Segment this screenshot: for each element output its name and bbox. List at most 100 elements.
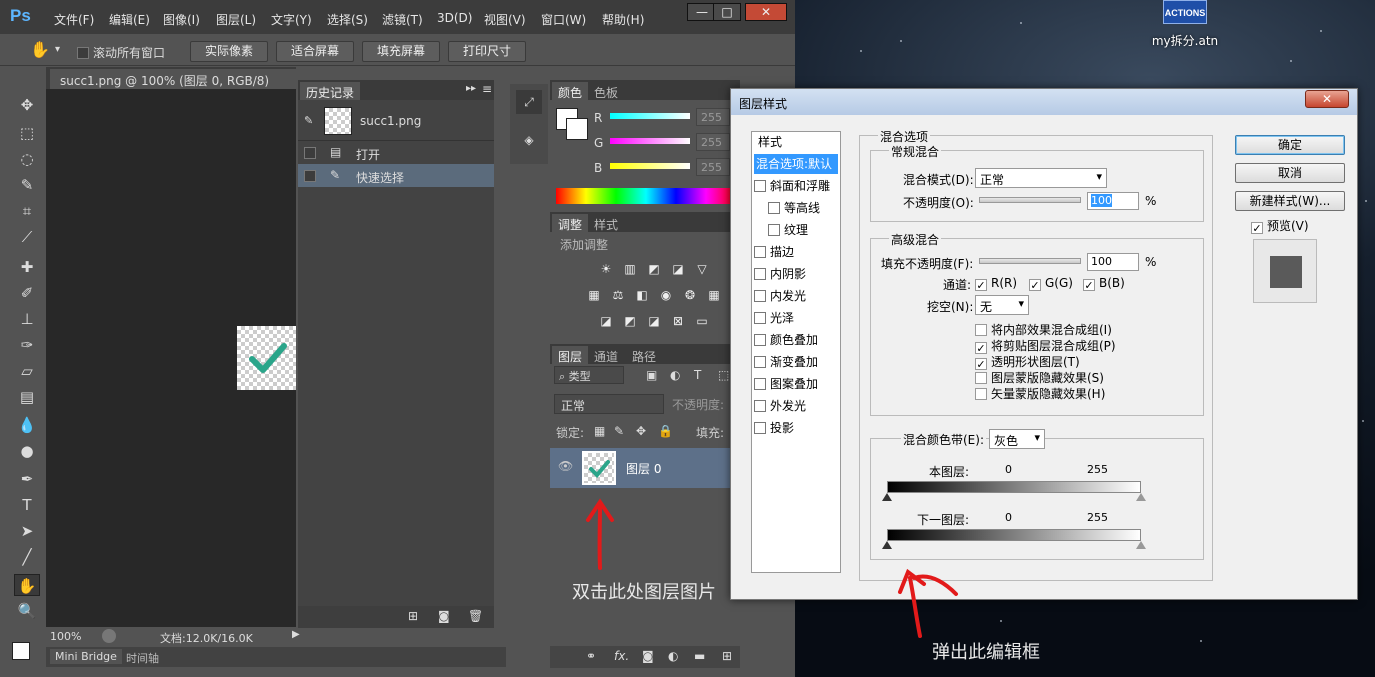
lock-pixels-icon[interactable]: ✎: [614, 424, 624, 438]
menu-view[interactable]: 视图(V): [484, 11, 526, 28]
scroll-all-windows-option[interactable]: 滚动所有窗口: [77, 44, 165, 61]
channel-mixer-icon[interactable]: ❂: [682, 288, 698, 302]
channel-g-checkbox[interactable]: [1029, 279, 1041, 291]
fx-button[interactable]: fx.: [614, 649, 629, 663]
hand-tool-icon[interactable]: ✋: [30, 40, 50, 59]
underlying-white-slider[interactable]: [1136, 541, 1146, 549]
maximize-button[interactable]: □: [713, 3, 741, 21]
fill-opacity-slider[interactable]: [979, 258, 1081, 264]
history-dock-icon[interactable]: ⤢: [516, 90, 542, 114]
curves-icon[interactable]: ◩: [646, 262, 662, 276]
invert-icon[interactable]: ◪: [598, 314, 614, 328]
clone-stamp-tool-icon[interactable]: ⊥: [14, 308, 40, 330]
move-tool-icon[interactable]: ✥: [14, 94, 40, 116]
channel-r-option[interactable]: R(R): [975, 276, 1017, 291]
desktop-file-icon[interactable]: ACTIONS my拆分.atn: [1140, 0, 1230, 52]
r-value[interactable]: 255: [696, 108, 730, 126]
history-step-quick-select[interactable]: ✎ 快速选择: [298, 164, 494, 187]
opacity-input[interactable]: 100: [1087, 192, 1139, 210]
g-slider[interactable]: [610, 138, 690, 144]
add-mask-icon[interactable]: ◙: [642, 649, 654, 663]
gradient-tool-icon[interactable]: ▤: [14, 386, 40, 408]
foreground-color-swatch[interactable]: [12, 642, 30, 660]
lock-position-icon[interactable]: ✥: [636, 424, 646, 438]
b-value[interactable]: 255: [696, 158, 730, 176]
style-checkbox[interactable]: [768, 224, 780, 236]
color-spectrum[interactable]: [556, 188, 736, 204]
zoom-level[interactable]: 100%: [50, 630, 81, 643]
tab-paths[interactable]: 路径: [626, 346, 662, 364]
style-checkbox[interactable]: [754, 334, 766, 346]
option-blend-clipped[interactable]: 将剪贴图层混合成组(P): [975, 337, 1116, 354]
tab-swatches[interactable]: 色板: [588, 82, 624, 100]
preview-option[interactable]: 预览(V): [1251, 217, 1309, 234]
option-layer-mask-hides[interactable]: 图层蒙版隐藏效果(S): [975, 369, 1104, 386]
hand-tool-icon[interactable]: ✋: [14, 574, 40, 596]
style-stroke[interactable]: 描边: [754, 242, 838, 262]
style-contour[interactable]: 等高线: [754, 198, 838, 218]
tab-history[interactable]: 历史记录: [300, 82, 361, 100]
black-white-icon[interactable]: ◧: [634, 288, 650, 302]
status-menu-arrow-icon[interactable]: ▶: [292, 629, 300, 640]
history-snapshot[interactable]: ✎ succ1.png: [298, 104, 494, 138]
zoom-tool-icon[interactable]: 🔍: [14, 600, 40, 622]
menu-edit[interactable]: 编辑(E): [109, 11, 150, 28]
panel-menu-icon[interactable]: ≡: [482, 82, 492, 96]
this-layer-white-slider[interactable]: [1136, 493, 1146, 501]
quick-selection-tool-icon[interactable]: ✎: [14, 174, 40, 196]
style-gradient-overlay[interactable]: 渐变叠加: [754, 352, 838, 372]
option-checkbox[interactable]: [975, 388, 987, 400]
tab-channels[interactable]: 通道: [588, 346, 624, 364]
dialog-close-button[interactable]: ✕: [1305, 90, 1349, 108]
opacity-slider[interactable]: [979, 197, 1081, 203]
knockout-select[interactable]: 无: [975, 295, 1029, 315]
brightness-icon[interactable]: ☀: [598, 262, 614, 276]
photo-filter-icon[interactable]: ◉: [658, 288, 674, 302]
menu-image[interactable]: 图像(I): [163, 11, 200, 28]
menu-select[interactable]: 选择(S): [327, 11, 368, 28]
style-checkbox[interactable]: [754, 422, 766, 434]
new-style-button[interactable]: 新建样式(W)...: [1235, 191, 1345, 211]
close-window-button[interactable]: ✕: [745, 3, 787, 21]
3d-dock-icon[interactable]: ◈: [516, 128, 542, 152]
option-transparency-shapes[interactable]: 透明形状图层(T): [975, 353, 1080, 370]
style-satin[interactable]: 光泽: [754, 308, 838, 328]
new-group-icon[interactable]: ▬: [694, 649, 705, 663]
hue-saturation-icon[interactable]: ▦: [586, 288, 602, 302]
g-value[interactable]: 255: [696, 133, 730, 151]
style-inner-shadow[interactable]: 内阴影: [754, 264, 838, 284]
new-layer-icon[interactable]: ⊞: [722, 649, 732, 663]
style-outer-glow[interactable]: 外发光: [754, 396, 838, 416]
threshold-icon[interactable]: ◪: [646, 314, 662, 328]
underlying-black-slider[interactable]: [882, 541, 892, 549]
path-selection-tool-icon[interactable]: ➤: [14, 520, 40, 542]
adjustment-layer-icon[interactable]: ◐: [668, 649, 678, 663]
history-step-checkbox[interactable]: [304, 147, 316, 159]
tab-timeline[interactable]: 时间轴: [126, 650, 159, 666]
menu-window[interactable]: 窗口(W): [541, 11, 586, 28]
layer-row[interactable]: 👁 图层 0: [550, 448, 740, 488]
menu-3d[interactable]: 3D(D): [437, 11, 472, 25]
eraser-tool-icon[interactable]: ▱: [14, 360, 40, 382]
menu-file[interactable]: 文件(F): [54, 11, 94, 28]
filter-pixel-icon[interactable]: ▣: [646, 368, 657, 382]
style-checkbox[interactable]: [768, 202, 780, 214]
tab-layers[interactable]: 图层: [552, 346, 589, 364]
preview-checkbox[interactable]: [1251, 222, 1263, 234]
channel-g-option[interactable]: G(G): [1029, 276, 1073, 291]
filter-shape-icon[interactable]: ⬚: [718, 368, 729, 382]
b-slider[interactable]: [610, 163, 690, 169]
trash-icon[interactable]: 🗑: [468, 609, 483, 623]
lock-transparency-icon[interactable]: ▦: [594, 424, 605, 438]
actual-pixels-button[interactable]: 实际像素: [190, 41, 268, 62]
channel-b-checkbox[interactable]: [1083, 279, 1095, 291]
style-drop-shadow[interactable]: 投影: [754, 418, 838, 438]
channel-b-option[interactable]: B(B): [1083, 276, 1125, 291]
style-pattern-overlay[interactable]: 图案叠加: [754, 374, 838, 394]
new-document-icon[interactable]: ⊞: [408, 609, 418, 623]
menu-filter[interactable]: 滤镜(T): [382, 11, 423, 28]
channel-r-checkbox[interactable]: [975, 279, 987, 291]
scroll-all-checkbox[interactable]: [77, 47, 89, 59]
r-slider[interactable]: [610, 113, 690, 119]
history-brush-tool-icon[interactable]: ✑: [14, 334, 40, 356]
